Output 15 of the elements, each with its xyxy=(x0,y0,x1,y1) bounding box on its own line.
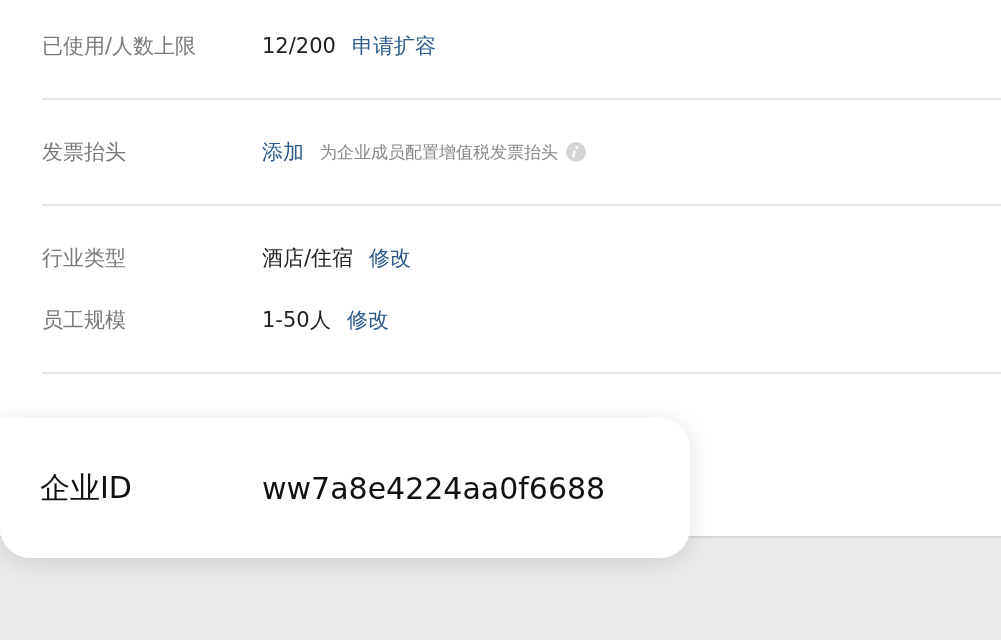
field-label: 已使用/人数上限 xyxy=(42,33,198,60)
field-value: 1-50人 xyxy=(262,307,331,334)
id-value: ww7a8e4224aa0f6688 xyxy=(262,470,606,506)
action-link[interactable]: 修改 xyxy=(369,244,412,272)
field-value: 酒店/住宿 xyxy=(262,245,354,272)
info-icon[interactable] xyxy=(566,142,586,162)
action-link[interactable]: 申请扩容 xyxy=(351,32,436,60)
action-link[interactable]: 修改 xyxy=(346,306,389,334)
field-label: 发票抬头 xyxy=(42,139,127,166)
action-link[interactable]: 添加 xyxy=(262,138,304,166)
field-label: 行业类型 xyxy=(42,245,127,272)
field-label: 员工规模 xyxy=(42,307,127,334)
hint-text: 为企业成员配置增值税发票抬头 xyxy=(320,140,558,164)
field-value: 12/200 xyxy=(262,34,336,58)
id-label: 企业ID xyxy=(40,468,133,507)
